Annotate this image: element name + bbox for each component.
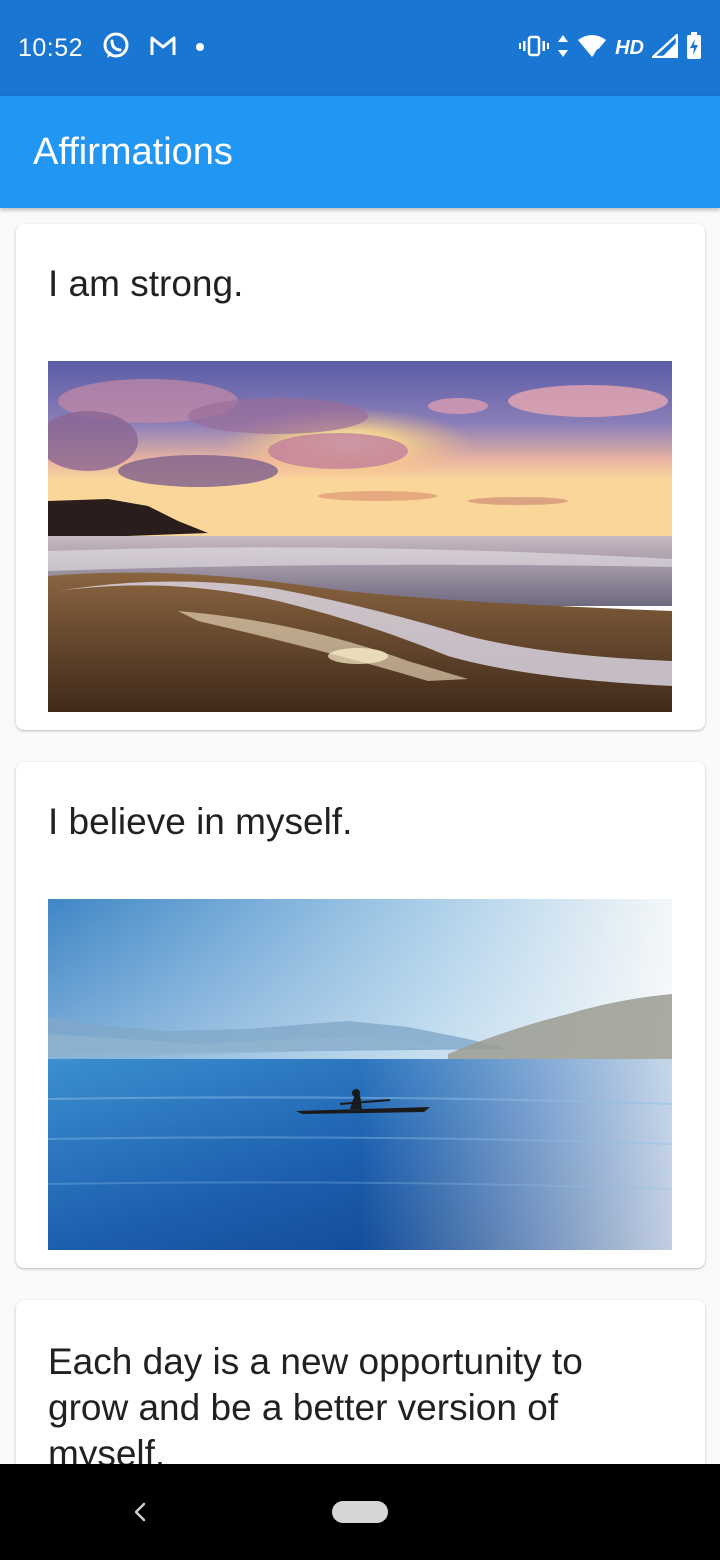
affirmation-text: Each day is a new opportunity to grow an… [48,1341,583,1464]
notification-dot-icon [195,39,205,57]
vibrate-icon [519,35,550,62]
home-pill-icon[interactable] [332,1501,388,1523]
status-left: 10:52 [18,31,205,66]
status-bar: 10:52 4 HD [0,0,720,96]
back-icon[interactable] [124,1494,156,1530]
lake-kayak-image [48,899,672,1250]
data-arrows-icon [557,34,569,63]
affirmation-text: I am strong. [48,263,244,304]
whatsapp-icon [101,31,131,66]
gmail-icon [149,35,177,62]
status-time: 10:52 [18,33,84,62]
affirmation-card[interactable]: I believe in myself. [16,762,705,1268]
affirmation-text: I believe in myself. [48,801,353,842]
network-hd-label: HD [615,36,644,59]
app-title: Affirmations [33,130,233,173]
affirmation-card[interactable]: Each day is a new opportunity to grow an… [16,1300,705,1464]
battery-charging-icon [686,31,702,65]
cell-signal-icon [651,33,679,63]
affirmation-card[interactable]: I am strong. [16,224,705,730]
affirmations-list[interactable]: I am strong. I believe in myself. Each d… [0,208,720,1464]
beach-sunset-image [48,361,672,712]
status-right: 4 HD [519,31,702,65]
app-bar: Affirmations [0,96,720,208]
svg-text:4: 4 [594,48,601,58]
wifi-icon: 4 [577,34,607,63]
